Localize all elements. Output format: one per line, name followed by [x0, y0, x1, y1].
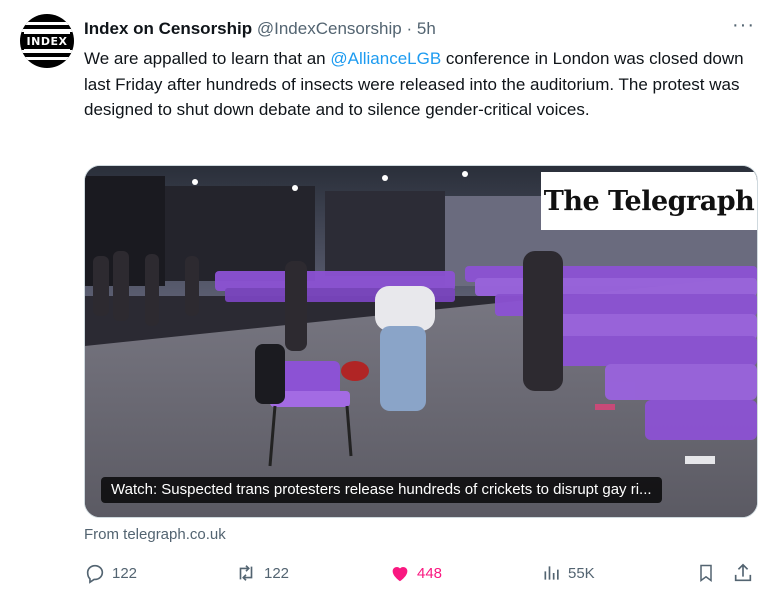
bookmark-icon [700, 564, 712, 582]
repost-count: 122 [264, 564, 290, 582]
heart-icon [392, 567, 408, 582]
tweet-text-part: We are appalled to learn that an [84, 49, 331, 68]
avatar-stripe [20, 57, 74, 60]
mention-link[interactable]: @AllianceLGB [330, 49, 441, 68]
share-button[interactable] [732, 560, 754, 586]
separator: · [406, 19, 413, 38]
avatar-stripe [20, 22, 74, 25]
author-handle[interactable]: @IndexCensorship [257, 19, 402, 38]
avatar[interactable]: INDEX [20, 14, 74, 68]
avatar-logo-text: INDEX [23, 31, 71, 51]
timestamp[interactable]: 5h [417, 19, 436, 38]
views-button[interactable]: 55K [542, 560, 595, 586]
tweet-text: We are appalled to learn that an @Allian… [84, 46, 744, 123]
bookmark-button[interactable] [696, 560, 716, 586]
repost-icon [239, 565, 253, 581]
reply-icon [86, 564, 104, 584]
telegraph-logo: The Telegraph [541, 172, 757, 230]
video-card[interactable]: The Telegraph Watch: Suspected trans pro… [84, 165, 758, 518]
views-count: 55K [568, 564, 595, 582]
views-icon [544, 566, 559, 580]
repost-button[interactable]: 122 [234, 560, 289, 586]
action-bar: 122 122 448 55K [84, 560, 756, 586]
like-button[interactable]: 448 [389, 560, 442, 586]
card-source-link[interactable]: From telegraph.co.uk [84, 526, 226, 543]
telegraph-logo-text: The Telegraph [543, 185, 755, 217]
tweet-header: Index on Censorship @IndexCensorship · 5… [84, 18, 436, 40]
reply-count: 122 [112, 564, 138, 582]
like-count: 448 [417, 564, 443, 582]
more-options-button[interactable]: ··· [732, 14, 755, 37]
author-name[interactable]: Index on Censorship [84, 19, 252, 38]
video-caption: Watch: Suspected trans protesters releas… [101, 477, 662, 503]
share-icon [734, 563, 752, 582]
reply-button[interactable]: 122 [84, 560, 137, 586]
